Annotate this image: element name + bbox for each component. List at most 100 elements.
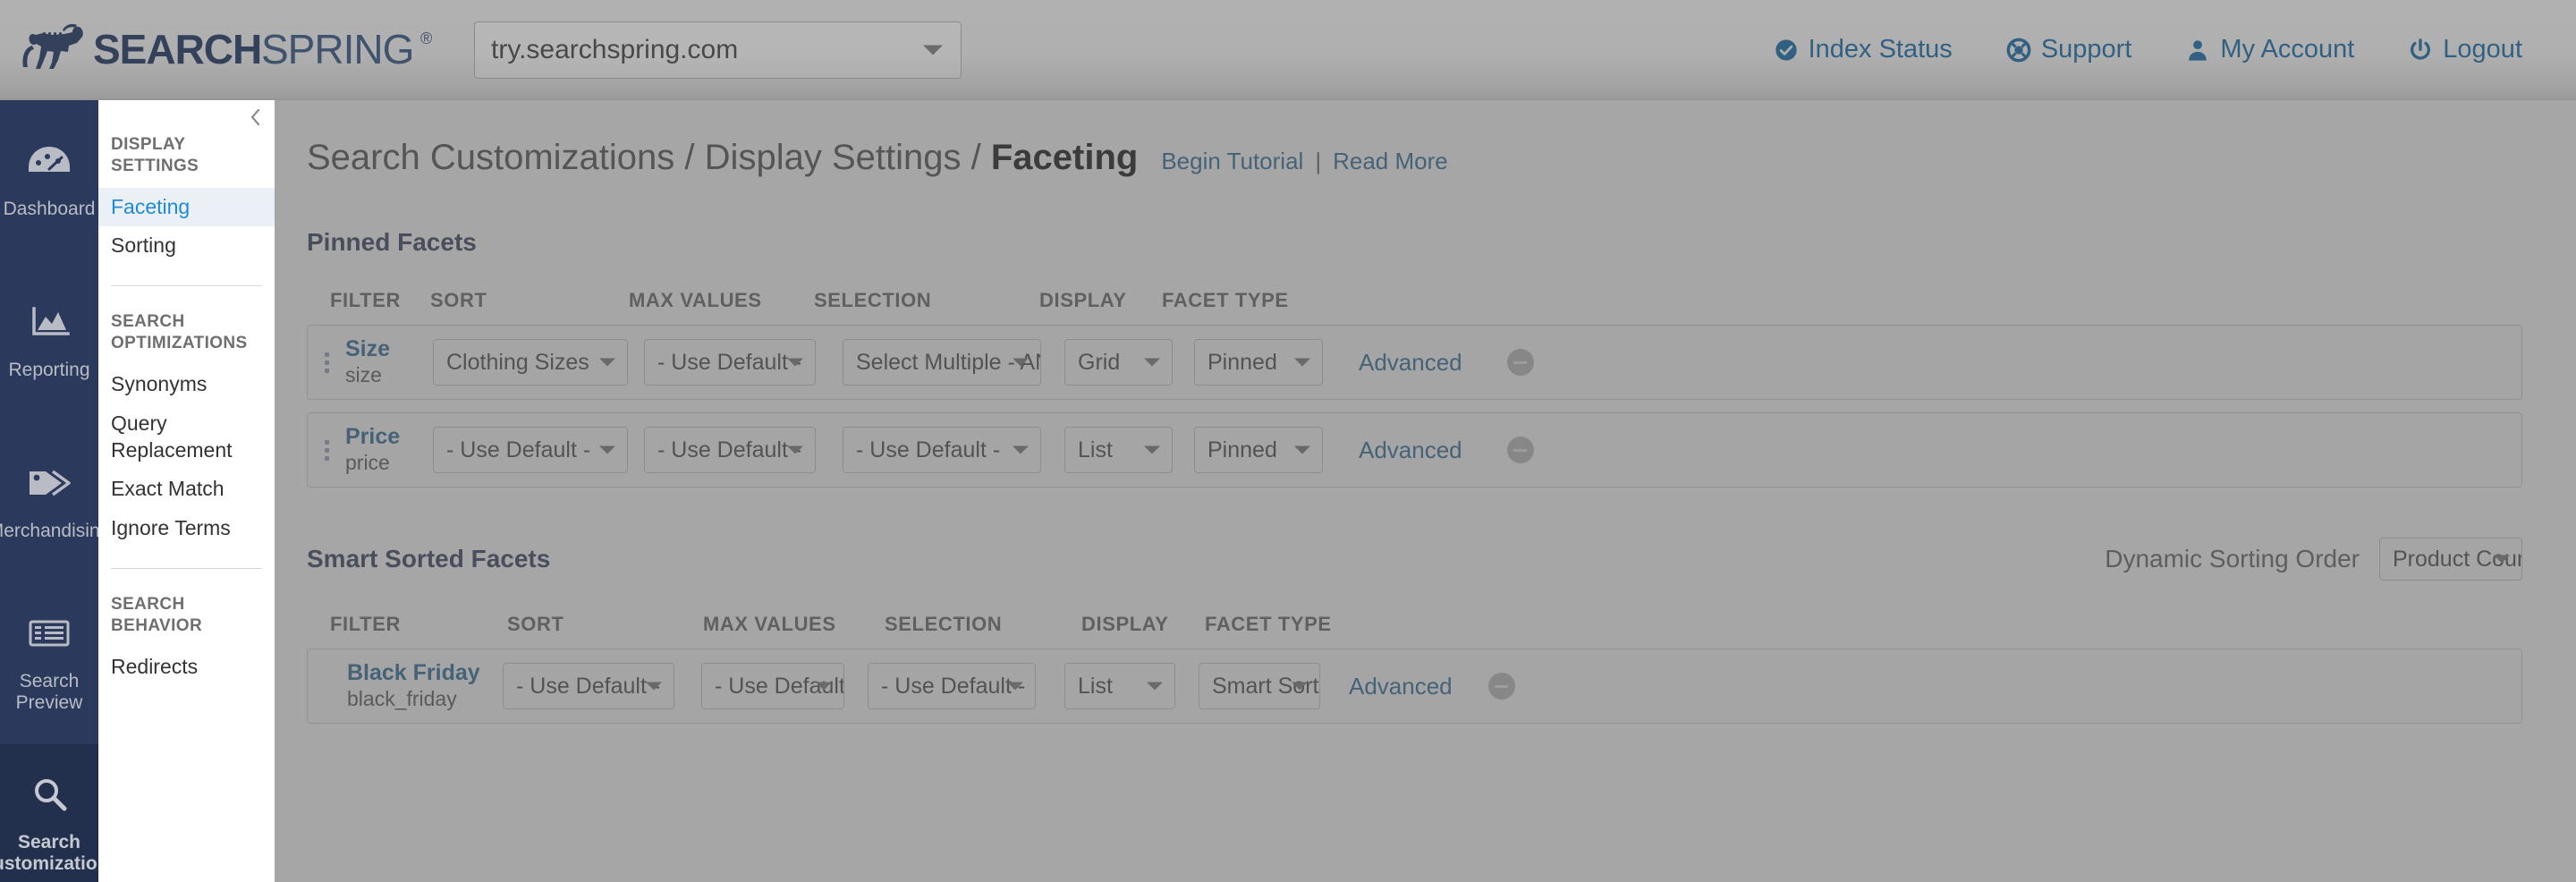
topnav-label: My Account xyxy=(2220,35,2355,64)
facet-filter-cell: Size size xyxy=(345,336,422,387)
sidebar-item-search-preview[interactable]: Search Preview xyxy=(0,583,98,744)
smart-facets-column-headers: FILTER SORT MAX VALUES SELECTION DISPLAY… xyxy=(307,613,2522,636)
subnav-item-redirects[interactable]: Redirects xyxy=(98,648,275,687)
power-icon xyxy=(2411,38,2431,60)
subnav-heading: SEARCH OPTIMIZATIONS xyxy=(111,312,248,353)
max-values-dropdown[interactable]: - Use Default - xyxy=(701,663,844,709)
tags-icon xyxy=(30,470,71,496)
sort-dropdown[interactable]: - Use Default - xyxy=(433,427,628,473)
selection-value: - Use Default - xyxy=(881,673,1026,699)
chevron-down-icon xyxy=(646,682,662,691)
drag-handle[interactable] xyxy=(315,439,338,461)
topnav-support[interactable]: Support xyxy=(1979,35,2159,64)
topnav-my-account[interactable]: My Account xyxy=(2158,35,2381,64)
column-header-max-values: MAX VALUES xyxy=(703,613,836,635)
sidebar-item-label: Reporting xyxy=(8,359,90,380)
facet-filter-cell: Price price xyxy=(345,424,422,475)
secondary-nav-panel: DISPLAY SETTINGS Faceting Sorting SEARCH… xyxy=(98,100,275,882)
page-title: Faceting xyxy=(990,138,1139,177)
remove-facet-button[interactable] xyxy=(1487,673,1515,700)
table-row[interactable]: Black Friday black_friday - Use Default … xyxy=(307,649,2522,724)
subnav-item-query-replacement[interactable]: Query Replacement xyxy=(98,404,275,471)
drag-handle[interactable] xyxy=(315,352,338,373)
pinned-facets-column-headers: FILTER SORT MAX VALUES SELECTION DISPLAY… xyxy=(307,289,2522,312)
begin-tutorial-link[interactable]: Begin Tutorial xyxy=(1161,148,1303,175)
table-row[interactable]: Size size Clothing Sizes - Use Default -… xyxy=(307,325,2522,400)
area-chart-icon xyxy=(32,307,70,335)
breadcrumb-part-2[interactable]: Display Settings xyxy=(705,138,962,177)
chevron-down-icon xyxy=(1294,358,1310,367)
topnav-logout[interactable]: Logout xyxy=(2381,35,2549,64)
facet-name-link[interactable]: Black Friday xyxy=(347,660,492,687)
facet-name-link[interactable]: Size xyxy=(345,336,422,363)
sidebar-item-reporting[interactable]: Reporting xyxy=(0,261,98,422)
chevron-down-icon xyxy=(1013,358,1029,367)
facet-type-value: Pinned xyxy=(1208,437,1277,462)
subnav-item-synonyms[interactable]: Synonyms xyxy=(98,365,275,404)
facet-type-value: Pinned xyxy=(1208,349,1277,375)
facet-type-dropdown[interactable]: Pinned xyxy=(1194,339,1323,386)
sort-dropdown[interactable]: - Use Default - xyxy=(503,663,674,709)
chevron-down-icon xyxy=(1292,682,1308,691)
chevron-down-icon xyxy=(787,445,803,454)
topnav-index-status[interactable]: Index Status xyxy=(1747,35,1979,64)
svg-text:®: ® xyxy=(420,30,432,47)
subnav-group-display-settings: DISPLAY SETTINGS Faceting Sorting xyxy=(98,134,275,266)
facet-type-dropdown[interactable]: Smart Sort xyxy=(1199,663,1320,709)
section-title: Pinned Facets xyxy=(307,228,477,256)
magnifier-icon xyxy=(35,778,67,811)
facet-type-dropdown[interactable]: Pinned xyxy=(1194,427,1323,473)
topnav-label: Support xyxy=(2040,35,2132,64)
advanced-link[interactable]: Advanced xyxy=(1359,349,1462,377)
breadcrumb-part-1[interactable]: Search Customizations xyxy=(307,138,674,177)
searchspring-logo[interactable]: SEARCH SPRING ® xyxy=(20,22,440,78)
subnav-item-exact-match[interactable]: Exact Match xyxy=(98,470,275,509)
selection-dropdown[interactable]: - Use Default - xyxy=(843,427,1041,473)
column-header-selection: SELECTION xyxy=(885,613,1003,635)
main-content: Search Customizations / Display Settings… xyxy=(275,100,2576,882)
max-values-dropdown[interactable]: - Use Default - xyxy=(644,427,816,473)
sidebar-item-merchandising[interactable]: Merchandising xyxy=(0,422,110,583)
selection-dropdown[interactable]: - Use Default - xyxy=(868,663,1036,709)
subnav-item-faceting[interactable]: Faceting xyxy=(98,187,275,227)
column-header-facet-type: FACET TYPE xyxy=(1162,289,1289,311)
subnav-item-sorting[interactable]: Sorting xyxy=(98,226,275,266)
chevron-down-icon xyxy=(923,45,943,55)
chevron-down-icon xyxy=(1144,358,1160,367)
check-circle-icon xyxy=(1775,38,1797,61)
display-dropdown[interactable]: List xyxy=(1064,427,1173,473)
display-dropdown[interactable]: List xyxy=(1064,663,1175,709)
table-row[interactable]: Price price - Use Default - - Use Defaul… xyxy=(307,412,2522,488)
svg-text:SEARCH: SEARCH xyxy=(93,26,261,72)
column-header-sort: SORT xyxy=(507,613,564,635)
minus-circle-icon xyxy=(1513,448,1528,452)
column-header-display: DISPLAY xyxy=(1039,289,1127,311)
advanced-link[interactable]: Advanced xyxy=(1359,437,1462,464)
subnav-heading: SEARCH BEHAVIOR xyxy=(111,595,203,635)
sidebar-item-dashboard[interactable]: Dashboard xyxy=(0,100,98,261)
lifebuoy-icon xyxy=(2006,38,2031,62)
remove-facet-button[interactable] xyxy=(1506,349,1534,376)
read-more-link[interactable]: Read More xyxy=(1333,148,1448,175)
subnav-group-search-behavior: SEARCH BEHAVIOR Redirects xyxy=(98,594,275,686)
display-dropdown[interactable]: Grid xyxy=(1064,339,1173,386)
max-values-dropdown[interactable]: - Use Default - xyxy=(644,339,816,386)
facet-name-link[interactable]: Price xyxy=(345,424,422,451)
breadcrumb: Search Customizations / Display Settings… xyxy=(307,138,1138,178)
selection-dropdown[interactable]: Select Multiple - AND xyxy=(843,339,1041,386)
advanced-link[interactable]: Advanced xyxy=(1349,673,1453,700)
sort-dropdown[interactable]: Clothing Sizes xyxy=(433,339,628,386)
dog-logo-icon: SEARCH SPRING ® xyxy=(22,23,432,72)
site-selector-dropdown[interactable]: try.searchspring.com xyxy=(474,21,962,79)
subnav-item-ignore-terms[interactable]: Ignore Terms xyxy=(98,509,275,548)
page-header: Search Customizations / Display Settings… xyxy=(307,138,2522,178)
collapse-panel-button[interactable] xyxy=(244,106,267,129)
subnav-group-search-optimizations: SEARCH OPTIMIZATIONS Synonyms Query Repl… xyxy=(98,311,275,548)
chevron-down-icon xyxy=(1007,682,1023,691)
display-value: List xyxy=(1078,673,1113,699)
remove-facet-button[interactable] xyxy=(1506,437,1534,463)
facet-field-name: black_friday xyxy=(347,686,457,710)
dynamic-sorting-order-dropdown[interactable]: Product Count xyxy=(2379,538,2522,581)
sidebar-item-search-customizations[interactable]: Search Customizations xyxy=(0,744,119,882)
subnav-heading: DISPLAY SETTINGS xyxy=(111,135,199,175)
